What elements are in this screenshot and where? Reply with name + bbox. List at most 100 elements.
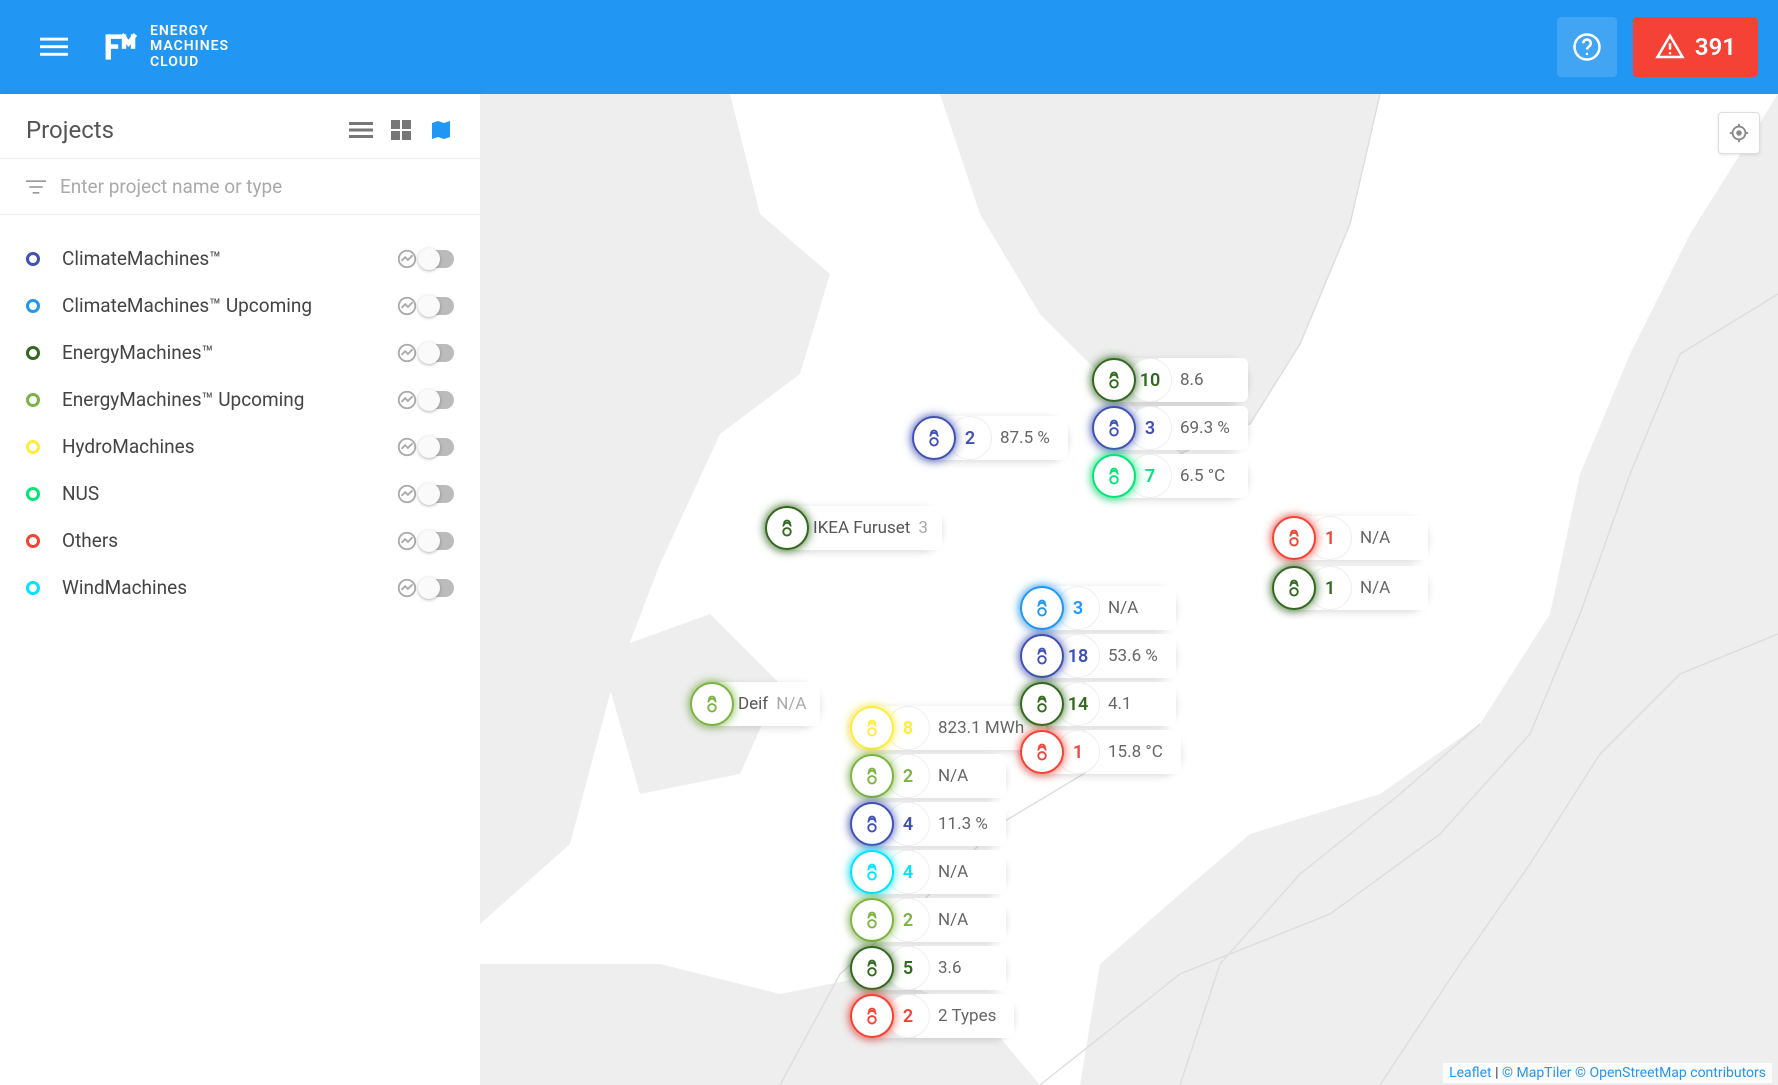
marker-pin-icon [850, 946, 894, 990]
project-item[interactable]: EnergyMachines™ [0, 329, 480, 376]
project-color-dot [26, 393, 40, 407]
chart-icon [396, 295, 418, 317]
brand-logo[interactable]: ENERGY MACHINES CLOUD [102, 24, 229, 70]
project-label: NUS [62, 482, 396, 505]
view-map-button[interactable] [428, 117, 454, 143]
attribution-leaflet[interactable]: Leaflet [1449, 1065, 1492, 1081]
visibility-toggle[interactable] [420, 485, 454, 503]
chart-icon [396, 248, 418, 270]
locate-icon [1728, 122, 1750, 144]
project-label: ClimateMachines™ Upcoming [62, 294, 396, 317]
marker-pin-icon [1020, 730, 1064, 774]
visibility-toggle[interactable] [420, 579, 454, 597]
project-item[interactable]: HydroMachines [0, 423, 480, 470]
visibility-toggle[interactable] [420, 438, 454, 456]
brand-line1: ENERGY [150, 24, 229, 39]
visibility-toggle[interactable] [420, 344, 454, 362]
map-marker[interactable]: 115.8 °C [1020, 730, 1181, 774]
marker-label: IKEA Furuset3 [795, 506, 942, 550]
map-marker[interactable]: 1N/A [1272, 566, 1428, 610]
sidebar-header: Projects [0, 94, 480, 159]
project-label: Others [62, 529, 396, 552]
map-marker[interactable]: 8823.1 MWh [850, 706, 1046, 750]
project-color-dot [26, 346, 40, 360]
sidebar-title: Projects [26, 116, 114, 144]
map-marker[interactable]: 2N/A [850, 754, 1006, 798]
list-icon [349, 118, 373, 142]
marker-label: DeifN/A [720, 682, 820, 726]
alerts-button[interactable]: 391 [1633, 17, 1758, 77]
view-list-button[interactable] [348, 117, 374, 143]
view-grid-button[interactable] [388, 117, 414, 143]
app-header: ENERGY MACHINES CLOUD 391 [0, 0, 1778, 94]
help-button[interactable] [1557, 17, 1617, 77]
filter-icon [26, 177, 46, 197]
project-color-dot [26, 534, 40, 548]
marker-pin-icon [690, 682, 734, 726]
chart-icon [396, 577, 418, 599]
project-item[interactable]: Others [0, 517, 480, 564]
marker-pin-icon [1092, 454, 1136, 498]
visibility-toggle[interactable] [420, 391, 454, 409]
chart-icon [396, 483, 418, 505]
project-item[interactable]: ClimateMachines™ [0, 235, 480, 282]
map-marker[interactable]: 287.5 % [912, 416, 1068, 460]
attribution-maptiler[interactable]: © MapTiler [1502, 1065, 1572, 1081]
marker-pin-icon [850, 802, 894, 846]
search-input[interactable] [60, 175, 454, 198]
project-label: ClimateMachines™ [62, 247, 396, 270]
map-marker[interactable]: 144.1 [1020, 682, 1176, 726]
visibility-toggle[interactable] [420, 532, 454, 550]
project-color-dot [26, 487, 40, 501]
marker-pin-icon [912, 416, 956, 460]
map-marker[interactable]: 53.6 [850, 946, 1006, 990]
brand-line2: MACHINES [150, 39, 229, 54]
map-marker[interactable]: 369.3 % [1092, 406, 1248, 450]
project-item[interactable]: ClimateMachines™ Upcoming [0, 282, 480, 329]
attribution-osm[interactable]: © OpenStreetMap contributors [1575, 1065, 1766, 1081]
project-label: WindMachines [62, 576, 396, 599]
locate-button[interactable] [1718, 112, 1760, 154]
map-marker[interactable]: 76.5 °C [1092, 454, 1248, 498]
projects-sidebar: Projects ClimateMachines™ ClimateMachine… [0, 94, 480, 1085]
grid-icon [389, 118, 413, 142]
logo-icon [102, 29, 138, 65]
marker-value: 2 Types [916, 994, 1014, 1038]
map-canvas[interactable]: IKEA Furuset3 DeifN/A 287.5 % 108.6369.3 %7… [480, 94, 1778, 1085]
map-marker[interactable]: 411.3 % [850, 802, 1006, 846]
marker-pin-icon [1020, 586, 1064, 630]
marker-pin-icon [1020, 682, 1064, 726]
project-color-dot [26, 299, 40, 313]
project-color-dot [26, 440, 40, 454]
marker-pin-icon [850, 754, 894, 798]
marker-pin-icon [1272, 516, 1316, 560]
map-marker[interactable]: 108.6 [1092, 358, 1248, 402]
map-marker[interactable]: DeifN/A [690, 682, 820, 726]
project-label: EnergyMachines™ [62, 341, 396, 364]
project-item[interactable]: NUS [0, 470, 480, 517]
menu-icon [40, 33, 68, 61]
project-color-dot [26, 252, 40, 266]
menu-button[interactable] [34, 27, 74, 67]
marker-pin-icon [850, 898, 894, 942]
project-item[interactable]: WindMachines [0, 564, 480, 611]
map-marker[interactable]: IKEA Furuset3 [765, 506, 942, 550]
map-marker[interactable]: 2N/A [850, 898, 1006, 942]
project-item[interactable]: EnergyMachines™ Upcoming [0, 376, 480, 423]
map-marker[interactable]: 4N/A [850, 850, 1006, 894]
project-color-dot [26, 581, 40, 595]
map-marker[interactable]: 3N/A [1020, 586, 1176, 630]
map-marker[interactable]: 1N/A [1272, 516, 1428, 560]
marker-pin-icon [1092, 358, 1136, 402]
map-attribution: Leaflet | © MapTiler © OpenStreetMap con… [1443, 1063, 1772, 1083]
map-marker[interactable]: 1853.6 % [1020, 634, 1176, 678]
visibility-toggle[interactable] [420, 297, 454, 315]
map-marker[interactable]: 22 Types [850, 994, 1014, 1038]
marker-pin-icon [850, 994, 894, 1038]
marker-pin-icon [850, 850, 894, 894]
project-label: HydroMachines [62, 435, 396, 458]
visibility-toggle[interactable] [420, 250, 454, 268]
marker-pin-icon [765, 506, 809, 550]
alert-count: 391 [1695, 33, 1736, 61]
chart-icon [396, 389, 418, 411]
